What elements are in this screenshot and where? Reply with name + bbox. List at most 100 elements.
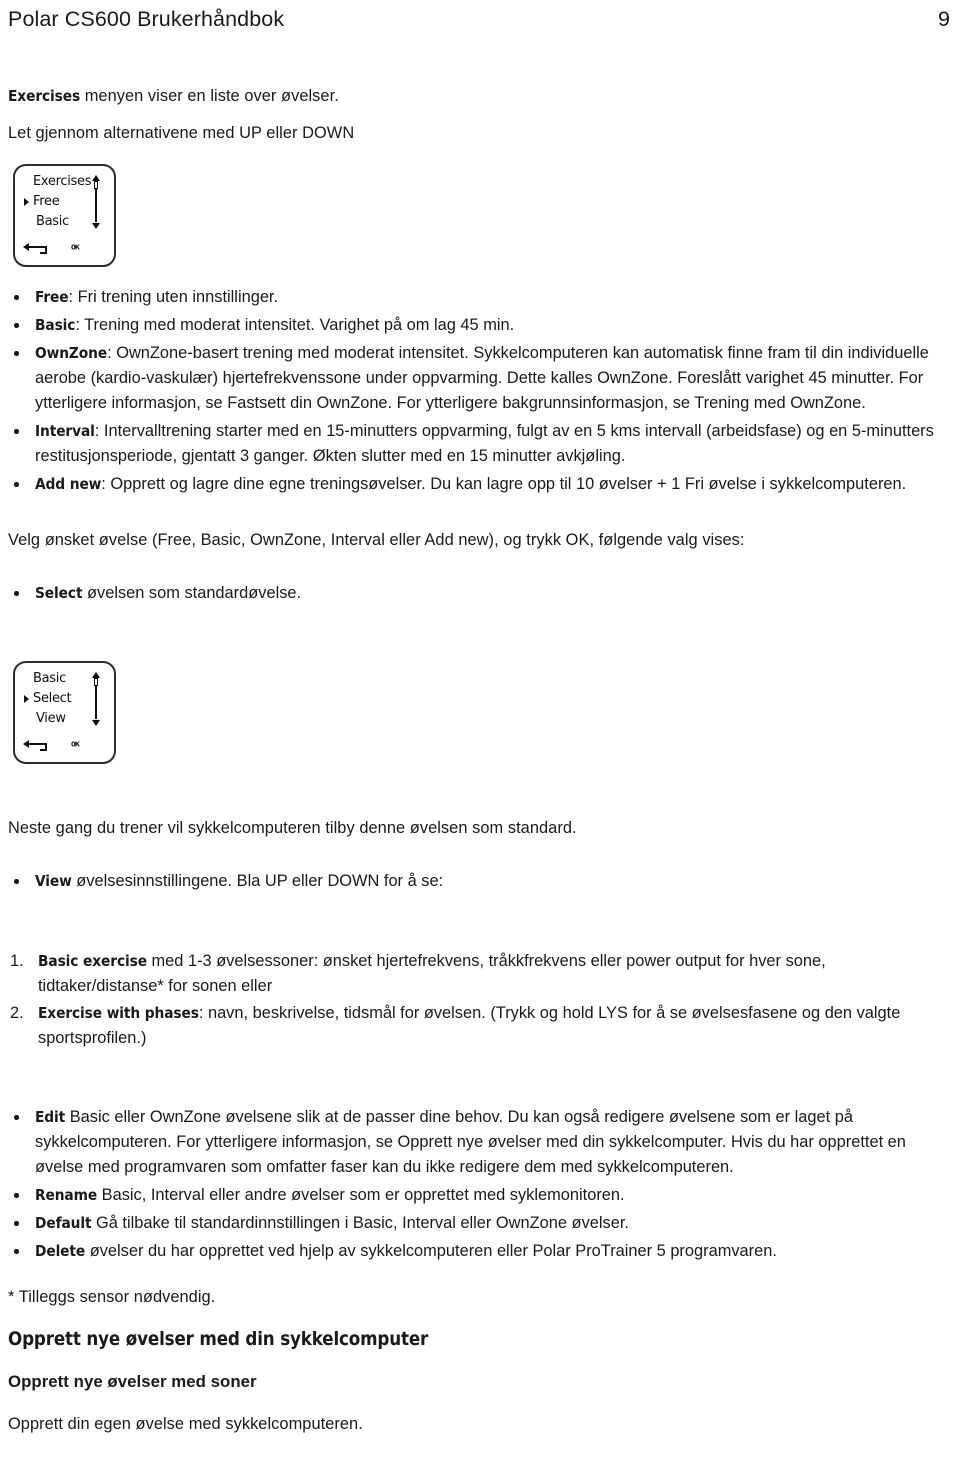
bullet-icon — [14, 1221, 19, 1226]
list-item-number: 1. — [10, 952, 24, 970]
bullet-icon — [14, 351, 19, 356]
bullet-icon — [14, 1193, 19, 1198]
keyword: Edit — [35, 1108, 66, 1126]
lcd-softkey-row: OK — [23, 242, 107, 256]
keyword-select: Select — [35, 584, 83, 602]
selection-caret-icon — [24, 695, 29, 703]
lcd-row-item[interactable]: Basic — [24, 212, 90, 232]
menu-path-line: Velg Settings > Exercises > Add new — [8, 1455, 952, 1460]
lcd-scrollbar[interactable] — [91, 672, 100, 726]
keyword: Basic exercise — [38, 952, 147, 970]
lcd-row-item[interactable]: View — [24, 709, 90, 729]
list-item: Rename Basic, Interval eller andre øvels… — [8, 1183, 952, 1208]
lcd-row-title: Exercises — [24, 172, 92, 192]
list-item-text: Basic eller OwnZone øvelsene slik at de … — [35, 1108, 906, 1176]
document-title: Polar CS600 Brukerhåndbok — [8, 7, 285, 31]
list-item-text: øvelser du har opprettet ved hjelp av sy… — [85, 1242, 777, 1260]
lcd-softkey-row: OK — [23, 739, 107, 753]
bullet-icon — [14, 591, 19, 596]
list-item-text: øvelsen som standardøvelse. — [82, 584, 302, 602]
bullet-icon — [14, 295, 19, 300]
view-items-list: 1. Basic exercise med 1-3 øvelsessoner: … — [8, 949, 952, 1051]
lcd-menu-list: Exercises Free Basic — [24, 172, 92, 232]
list-item: Interval: Intervalltrening starter med e… — [8, 419, 952, 469]
default-exercise-paragraph: Neste gang du trener vil sykkelcomputere… — [8, 819, 577, 837]
keyword: Add new — [35, 475, 102, 493]
lcd-screen-exercises: Exercises Free Basic OK — [13, 164, 116, 267]
ok-softkey-label[interactable]: OK — [71, 244, 80, 252]
ok-softkey-label[interactable]: OK — [71, 741, 80, 749]
lcd-row-label: Select — [33, 691, 72, 706]
selection-caret-icon — [24, 198, 29, 206]
keyword: Delete — [35, 1242, 86, 1260]
view-option-list: View øvelsesinnstillingene. Bla UP eller… — [8, 869, 952, 894]
lcd-row-selected[interactable]: Select — [24, 689, 90, 709]
list-item-text: : Fri trening uten innstillinger. — [68, 288, 279, 306]
scroll-thumb[interactable] — [93, 181, 98, 189]
list-item-text: : Intervalltrening starter med en 15-min… — [35, 422, 934, 465]
list-item: Add new: Opprett og lagre dine egne tren… — [8, 472, 952, 497]
list-item-text: Gå tilbake til standardinnstillingen i B… — [91, 1214, 629, 1232]
lcd-row-title: Basic — [24, 669, 90, 689]
keyword: OwnZone — [35, 344, 108, 362]
bullet-icon — [14, 1249, 19, 1254]
list-item: Basic: Trening med moderat intensitet. V… — [8, 313, 952, 338]
intro-line-1-text: menyen viser en liste over øvelser. — [80, 87, 339, 105]
bullet-icon — [14, 323, 19, 328]
document-page: Polar CS600 Brukerhåndbok 9 Exercises me… — [0, 0, 960, 1460]
bullet-icon — [14, 879, 19, 884]
lcd-scrollbar[interactable] — [91, 175, 100, 229]
keyword: Free — [35, 288, 69, 306]
back-arrow-icon[interactable] — [23, 243, 47, 254]
lcd-row-selected[interactable]: Free — [24, 192, 90, 212]
lcd-row-label: Basic — [33, 671, 66, 686]
list-item: View øvelsesinnstillingene. Bla UP eller… — [8, 869, 952, 894]
footnote: * Tilleggs sensor nødvendig. — [8, 1288, 216, 1306]
keyword-view: View — [35, 872, 72, 890]
list-item-text: : Trening med moderat intensitet. Varigh… — [75, 316, 515, 334]
edit-options-list: Edit Basic eller OwnZone øvelsene slik a… — [8, 1105, 952, 1264]
list-item: Free: Fri trening uten innstillinger. — [8, 285, 952, 310]
intro-line-1: Exercises menyen viser en liste over øve… — [8, 84, 952, 109]
list-item-number: 2. — [10, 1004, 24, 1022]
lcd-row-label: Basic — [36, 214, 69, 229]
section-heading-1: Opprett nye øvelser med din sykkelcomput… — [8, 1329, 429, 1350]
scroll-down-arrow-icon[interactable] — [91, 720, 100, 726]
list-item-text: : OwnZone-basert trening med moderat int… — [35, 344, 929, 412]
page-header: Polar CS600 Brukerhåndbok 9 — [8, 0, 952, 32]
keyword: Rename — [35, 1186, 98, 1204]
bullet-icon — [14, 1115, 19, 1120]
list-item-text: med 1-3 øvelsessoner: ønsket hjertefrekv… — [38, 952, 826, 995]
create-lead-paragraph: Opprett din egen øvelse med sykkelcomput… — [8, 1415, 363, 1433]
lcd-menu-list: Basic Select View — [24, 669, 90, 729]
select-option-list: Select øvelsen som standardøvelse. — [8, 581, 952, 606]
keyword: Interval — [35, 422, 95, 440]
lcd-row-label: View — [36, 711, 66, 726]
back-arrow-icon[interactable] — [23, 740, 47, 751]
keyword-exercises: Exercises — [8, 87, 81, 105]
bullet-icon — [14, 482, 19, 487]
scroll-down-arrow-icon[interactable] — [91, 223, 100, 229]
list-item: Edit Basic eller OwnZone øvelsene slik a… — [8, 1105, 952, 1180]
list-item: OwnZone: OwnZone-basert trening med mode… — [8, 341, 952, 416]
list-item-text: : Opprett og lagre dine egne treningsøve… — [101, 475, 907, 493]
keyword: Exercise with phases — [38, 1004, 199, 1022]
basic-submenu-figure: Basic Select View OK — [8, 661, 952, 764]
list-item: Select øvelsen som standardøvelse. — [8, 581, 952, 606]
list-item: 2. Exercise with phases: navn, beskrivel… — [8, 1001, 952, 1051]
lcd-row-label: Exercises — [33, 174, 92, 189]
scroll-thumb[interactable] — [93, 678, 98, 686]
choose-exercise-paragraph: Velg ønsket øvelse (Free, Basic, OwnZone… — [8, 531, 745, 549]
